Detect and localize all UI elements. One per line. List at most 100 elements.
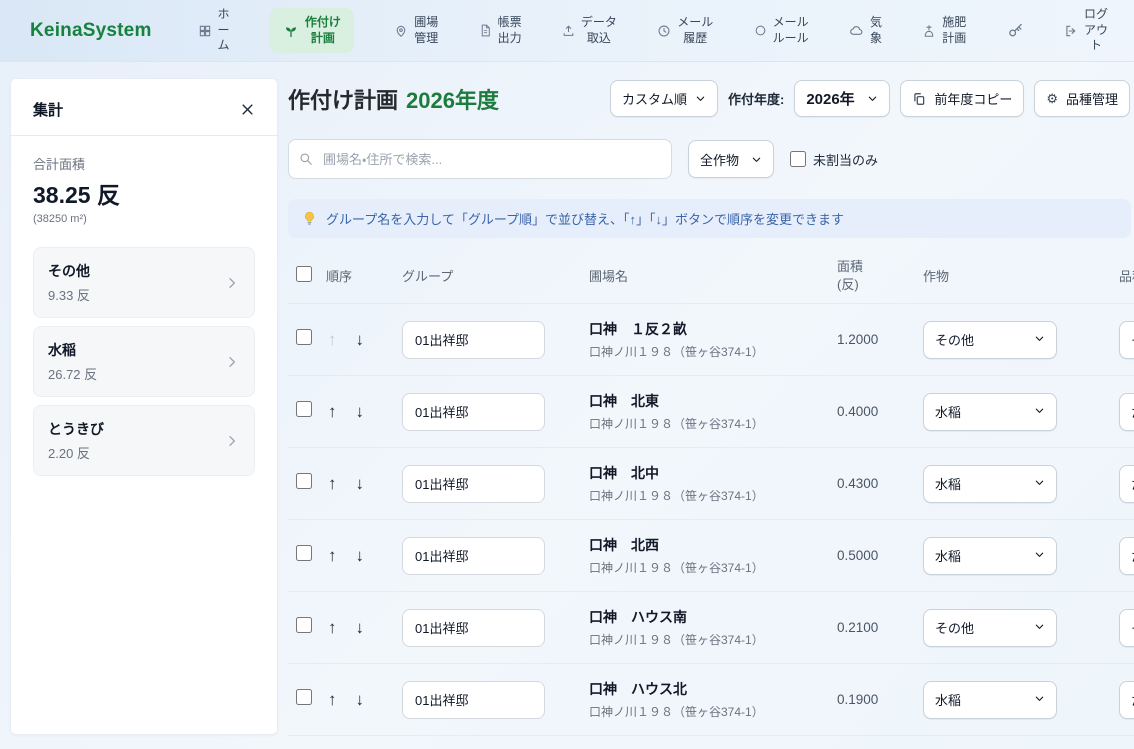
table-body: ↑ ↓ 口神 １反２畝 口神ノ川１９８（笹ヶ谷374-1） 1.2000 その他… [288, 304, 1134, 736]
move-down-button[interactable]: ↓ [354, 473, 367, 494]
nav-item-reports[interactable]: 帳票 出力 [479, 15, 522, 46]
col-variety: 品種 [1119, 266, 1134, 285]
nav-item-label: 気 象 [870, 15, 882, 46]
variety-management-button[interactable]: ⚙ 品種管理 [1034, 80, 1130, 117]
variety-select[interactable]: た [1119, 393, 1134, 431]
nav-item-key[interactable] [1007, 22, 1024, 39]
nav-item-label: データ 取込 [581, 15, 617, 46]
col-area: 面積 (反) [837, 258, 923, 293]
group-input[interactable] [402, 681, 545, 719]
summary-panel: 集計 合計面積 38.25 反 (38250 m²) その他9.33 反水稲26… [10, 78, 278, 735]
variety-select[interactable]: た [1119, 465, 1134, 503]
sort-order-select[interactable]: カスタム順 [610, 80, 718, 117]
group-input[interactable] [402, 393, 545, 431]
gear-icon: ⚙ [1046, 91, 1058, 107]
nav-item-mail-rules[interactable]: メール ルール [754, 15, 809, 46]
unassigned-only-checkbox[interactable] [790, 151, 806, 167]
crop-summary-card[interactable]: 水稲26.72 反 [33, 326, 255, 397]
nav-item-mail-history[interactable]: メール 履歴 [657, 15, 713, 46]
row-checkbox[interactable] [296, 401, 312, 417]
crop-area: 9.33 反 [48, 285, 90, 304]
group-input[interactable] [402, 609, 545, 647]
hint-banner: グループ名を入力して「グループ順」で並び替え、「↑」「↓」ボタンで順序を変更でき… [288, 199, 1131, 238]
lightbulb-icon [302, 211, 317, 226]
table-row: ↑ ↓ 口神 ハウス北 口神ノ川１９８（笹ヶ谷374-1） 0.1900 水稲 … [288, 664, 1134, 736]
move-down-button[interactable]: ↓ [354, 401, 367, 422]
area-value: 0.5000 [837, 548, 923, 563]
nav-item-planting[interactable]: 作付け 計画 [270, 8, 354, 53]
variety-select[interactable]: そ [1119, 609, 1134, 647]
nav-item-home[interactable]: ホ ー ム [198, 7, 230, 54]
move-up-button[interactable]: ↑ [326, 617, 339, 638]
row-checkbox[interactable] [296, 617, 312, 633]
chevron-right-icon [224, 275, 240, 291]
crop-select[interactable]: その他 [923, 609, 1057, 647]
area-value: 0.4000 [837, 404, 923, 419]
table-row: ↑ ↓ 口神 北東 口神ノ川１９８（笹ヶ谷374-1） 0.4000 水稲 た [288, 376, 1134, 448]
search-icon [299, 152, 313, 166]
close-icon[interactable] [238, 100, 257, 119]
nav-item-fertilizer[interactable]: 施肥 計画 [922, 15, 966, 46]
field-name: 口神 北西 [589, 535, 837, 555]
move-up-button[interactable]: ↑ [326, 401, 339, 422]
crop-summary-card[interactable]: その他9.33 反 [33, 247, 255, 318]
row-checkbox[interactable] [296, 689, 312, 705]
select-all-checkbox[interactable] [296, 266, 312, 282]
row-checkbox[interactable] [296, 545, 312, 561]
chevron-down-icon [695, 93, 706, 104]
field-address: 口神ノ川１９８（笹ヶ谷374-1） [589, 559, 837, 576]
area-value: 0.1900 [837, 692, 923, 707]
crop-filter-select[interactable]: 全作物 [688, 140, 774, 178]
copy-previous-year-button[interactable]: 前年度コピー [900, 80, 1024, 117]
crop-summary-cards: その他9.33 反水稲26.72 反とうきび 2.20 反 [33, 247, 261, 476]
sprout-icon [283, 23, 299, 39]
crop-area: 2.20 反 [48, 443, 104, 462]
move-down-button[interactable]: ↓ [354, 617, 367, 638]
crop-summary-card[interactable]: とうきび 2.20 反 [33, 405, 255, 476]
field-name: 口神 １反２畝 [589, 319, 837, 339]
move-down-button[interactable]: ↓ [354, 545, 367, 566]
row-checkbox[interactable] [296, 329, 312, 345]
table-row: ↑ ↓ 口神 ハウス南 口神ノ川１９８（笹ヶ谷374-1） 0.2100 その他… [288, 592, 1134, 664]
crop-select[interactable]: 水稲 [923, 537, 1057, 575]
unassigned-only-filter[interactable]: 未割当のみ [790, 150, 878, 169]
variety-select[interactable]: た [1119, 681, 1134, 719]
crop-select[interactable]: 水稲 [923, 393, 1057, 431]
hint-text: グループ名を入力して「グループ順」で並び替え、「↑」「↓」ボタンで順序を変更でき… [326, 209, 844, 228]
move-up-button[interactable]: ↑ [326, 689, 339, 710]
row-checkbox[interactable] [296, 473, 312, 489]
document-icon [479, 24, 492, 37]
nav-item-logout[interactable]: ログ アウ ト [1064, 7, 1108, 54]
move-down-button[interactable]: ↓ [354, 329, 367, 350]
chevron-right-icon [224, 433, 240, 449]
move-down-button[interactable]: ↓ [354, 689, 367, 710]
variety-select[interactable]: た [1119, 537, 1134, 575]
nav-item-label: ホ ー ム [218, 7, 230, 54]
group-input[interactable] [402, 465, 545, 503]
move-up-button[interactable]: ↑ [326, 473, 339, 494]
nav-item-import[interactable]: データ 取込 [562, 15, 617, 46]
crop-select[interactable]: その他 [923, 321, 1057, 359]
nav-item-weather[interactable]: 気 象 [849, 15, 882, 46]
field-name: 口神 ハウス北 [589, 679, 837, 699]
crop-name: とうきび [48, 419, 104, 439]
top-nav: KeinaSystem ホ ー ム作付け 計画圃場 管理帳票 出力データ 取込メ… [0, 0, 1134, 62]
chevron-down-icon [1034, 332, 1045, 347]
fiscal-year: 2026年度 [406, 88, 499, 113]
chevron-down-icon [867, 93, 878, 104]
crop-select[interactable]: 水稲 [923, 681, 1057, 719]
move-up-button[interactable]: ↑ [326, 329, 339, 350]
move-up-button[interactable]: ↑ [326, 545, 339, 566]
variety-select[interactable]: そ [1119, 321, 1134, 359]
group-input[interactable] [402, 321, 545, 359]
search-input[interactable] [288, 139, 672, 179]
col-crop: 作物 [923, 266, 1119, 285]
table-row: ↑ ↓ 口神 １反２畝 口神ノ川１９８（笹ヶ谷374-1） 1.2000 その他… [288, 304, 1134, 376]
nav-item-fields[interactable]: 圃場 管理 [394, 15, 438, 46]
group-input[interactable] [402, 537, 545, 575]
planting-year-select[interactable]: 2026年 [794, 80, 890, 117]
table-row: ↑ ↓ 口神 北西 口神ノ川１９８（笹ヶ谷374-1） 0.5000 水稲 た [288, 520, 1134, 592]
field-name: 口神 北中 [589, 463, 837, 483]
chevron-down-icon [1034, 548, 1045, 563]
crop-select[interactable]: 水稲 [923, 465, 1057, 503]
